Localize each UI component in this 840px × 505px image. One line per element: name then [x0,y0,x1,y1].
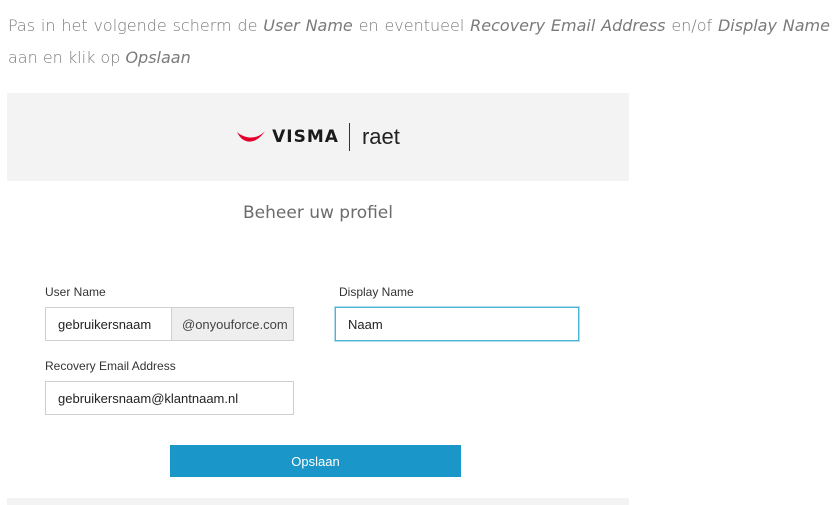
footer-bar [7,498,629,505]
instruction-text: Pas in het volgende scherm de User Name … [8,16,830,67]
display-name-input[interactable]: Naam [335,307,579,341]
profile-screenshot: VISMA raet Beheer uw profiel User Name g… [7,93,629,505]
visma-swoosh-icon [237,131,266,142]
user-name-input[interactable]: gebruikersnaam [45,307,172,341]
display-name-label: Display Name [339,285,414,299]
brand-name: VISMA [272,127,339,147]
visma-raet-logo: VISMA raet [236,123,400,151]
page-title: Beheer uw profiel [243,203,393,223]
brand-divider [348,123,350,151]
save-button[interactable]: Opslaan [170,445,461,477]
brand-header: VISMA raet [7,93,629,181]
recovery-email-label: Recovery Email Address [45,359,176,373]
recovery-email-input[interactable]: gebruikersnaam@klantnaam.nl [45,381,294,415]
brand-product: raet [361,124,400,149]
user-name-domain-addon: @onyouforce.com [172,307,294,341]
user-name-label: User Name [45,285,106,299]
